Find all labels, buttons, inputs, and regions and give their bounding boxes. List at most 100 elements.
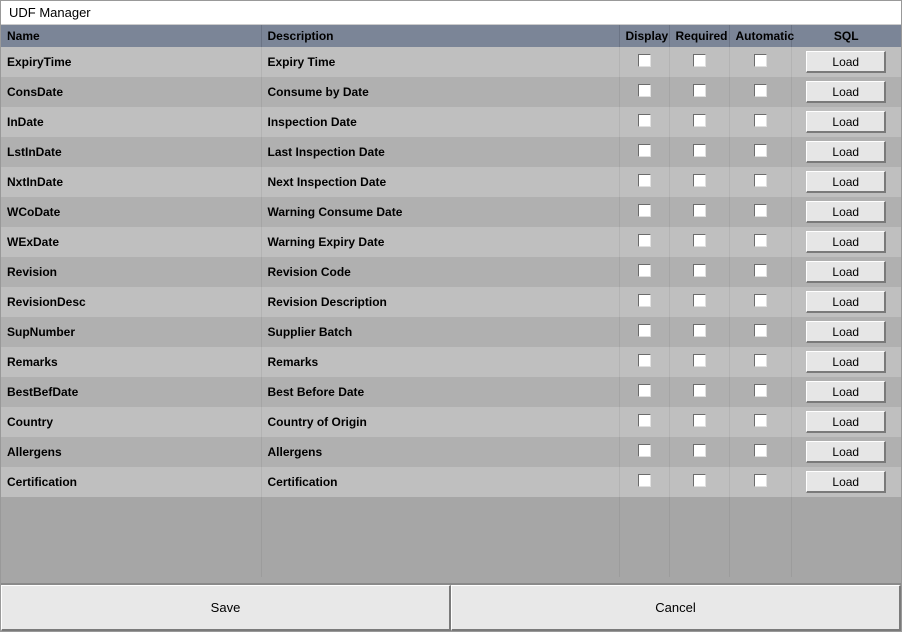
table-row[interactable]: LstInDateLast Inspection Date Load <box>1 137 901 167</box>
table-row[interactable]: ExpiryTimeExpiry Time Load <box>1 47 901 77</box>
automatic-checkbox[interactable] <box>754 444 767 457</box>
table-row[interactable]: WCoDateWarning Consume DateLoad <box>1 197 901 227</box>
table-row[interactable]: CertificationCertification Load <box>1 467 901 497</box>
display-checkbox[interactable] <box>638 234 651 247</box>
required-checkbox[interactable] <box>693 324 706 337</box>
display-checkbox[interactable] <box>638 264 651 277</box>
automatic-checkbox[interactable] <box>754 234 767 247</box>
load-button[interactable]: Load <box>806 471 886 493</box>
display-checkbox[interactable] <box>638 174 651 187</box>
cell-description[interactable]: Supplier Batch <box>261 317 619 347</box>
required-checkbox[interactable] <box>693 264 706 277</box>
load-button[interactable]: Load <box>806 51 886 73</box>
cell-name[interactable]: SupNumber <box>1 317 261 347</box>
cell-description[interactable]: Remarks <box>261 347 619 377</box>
col-header-automatic[interactable]: Automatic <box>729 25 791 47</box>
required-checkbox[interactable] <box>693 294 706 307</box>
cell-name[interactable]: Country <box>1 407 261 437</box>
cell-description[interactable]: Revision Description <box>261 287 619 317</box>
col-header-display[interactable]: Display <box>619 25 669 47</box>
display-checkbox[interactable] <box>638 354 651 367</box>
display-checkbox[interactable] <box>638 114 651 127</box>
required-checkbox[interactable] <box>693 174 706 187</box>
table-row[interactable]: BestBefDateBest Before Date Load <box>1 377 901 407</box>
cell-description[interactable]: Certification <box>261 467 619 497</box>
cell-name[interactable]: RevisionDesc <box>1 287 261 317</box>
table-row[interactable]: RevisionRevision CodeLoad <box>1 257 901 287</box>
required-checkbox[interactable] <box>693 84 706 97</box>
cell-name[interactable]: WExDate <box>1 227 261 257</box>
load-button[interactable]: Load <box>806 411 886 433</box>
required-checkbox[interactable] <box>693 144 706 157</box>
display-checkbox[interactable] <box>638 384 651 397</box>
automatic-checkbox[interactable] <box>754 54 767 67</box>
automatic-checkbox[interactable] <box>754 174 767 187</box>
automatic-checkbox[interactable] <box>754 264 767 277</box>
load-button[interactable]: Load <box>806 441 886 463</box>
table-row[interactable]: WExDateWarning Expiry DateLoad <box>1 227 901 257</box>
required-checkbox[interactable] <box>693 204 706 217</box>
load-button[interactable]: Load <box>806 231 886 253</box>
table-row[interactable]: AllergensAllergens Load <box>1 437 901 467</box>
load-button[interactable]: Load <box>806 321 886 343</box>
load-button[interactable]: Load <box>806 261 886 283</box>
save-button[interactable]: Save <box>1 585 451 631</box>
cell-name[interactable]: ConsDate <box>1 77 261 107</box>
required-checkbox[interactable] <box>693 354 706 367</box>
required-checkbox[interactable] <box>693 234 706 247</box>
table-row[interactable]: RemarksRemarks Load <box>1 347 901 377</box>
cell-description[interactable]: Allergens <box>261 437 619 467</box>
cell-description[interactable]: Best Before Date <box>261 377 619 407</box>
col-header-description[interactable]: Description <box>261 25 619 47</box>
display-checkbox[interactable] <box>638 54 651 67</box>
table-row[interactable]: CountryCountry of Origin Load <box>1 407 901 437</box>
load-button[interactable]: Load <box>806 351 886 373</box>
cell-name[interactable]: Allergens <box>1 437 261 467</box>
automatic-checkbox[interactable] <box>754 414 767 427</box>
automatic-checkbox[interactable] <box>754 144 767 157</box>
required-checkbox[interactable] <box>693 384 706 397</box>
automatic-checkbox[interactable] <box>754 474 767 487</box>
cell-description[interactable]: Inspection Date <box>261 107 619 137</box>
display-checkbox[interactable] <box>638 444 651 457</box>
automatic-checkbox[interactable] <box>754 384 767 397</box>
load-button[interactable]: Load <box>806 171 886 193</box>
required-checkbox[interactable] <box>693 114 706 127</box>
cell-description[interactable]: Next Inspection Date <box>261 167 619 197</box>
load-button[interactable]: Load <box>806 81 886 103</box>
col-header-name[interactable]: Name <box>1 25 261 47</box>
col-header-sql[interactable]: SQL <box>791 25 901 47</box>
load-button[interactable]: Load <box>806 291 886 313</box>
cell-description[interactable]: Expiry Time <box>261 47 619 77</box>
cell-name[interactable]: Certification <box>1 467 261 497</box>
display-checkbox[interactable] <box>638 204 651 217</box>
display-checkbox[interactable] <box>638 144 651 157</box>
automatic-checkbox[interactable] <box>754 204 767 217</box>
required-checkbox[interactable] <box>693 444 706 457</box>
display-checkbox[interactable] <box>638 474 651 487</box>
cell-name[interactable]: BestBefDate <box>1 377 261 407</box>
load-button[interactable]: Load <box>806 111 886 133</box>
table-row[interactable]: SupNumberSupplier Batch Load <box>1 317 901 347</box>
display-checkbox[interactable] <box>638 414 651 427</box>
table-row[interactable]: NxtInDateNext Inspection DateLoad <box>1 167 901 197</box>
automatic-checkbox[interactable] <box>754 294 767 307</box>
cell-name[interactable]: WCoDate <box>1 197 261 227</box>
cell-name[interactable]: LstInDate <box>1 137 261 167</box>
cell-description[interactable]: Country of Origin <box>261 407 619 437</box>
load-button[interactable]: Load <box>806 381 886 403</box>
cell-name[interactable]: InDate <box>1 107 261 137</box>
cell-name[interactable]: Remarks <box>1 347 261 377</box>
load-button[interactable]: Load <box>806 141 886 163</box>
cancel-button[interactable]: Cancel <box>451 585 901 631</box>
required-checkbox[interactable] <box>693 414 706 427</box>
cell-description[interactable]: Revision Code <box>261 257 619 287</box>
display-checkbox[interactable] <box>638 324 651 337</box>
required-checkbox[interactable] <box>693 474 706 487</box>
cell-description[interactable]: Last Inspection Date <box>261 137 619 167</box>
table-row[interactable]: ConsDateConsume by DateLoad <box>1 77 901 107</box>
automatic-checkbox[interactable] <box>754 114 767 127</box>
display-checkbox[interactable] <box>638 84 651 97</box>
cell-name[interactable]: ExpiryTime <box>1 47 261 77</box>
table-row[interactable]: InDateInspection Date Load <box>1 107 901 137</box>
